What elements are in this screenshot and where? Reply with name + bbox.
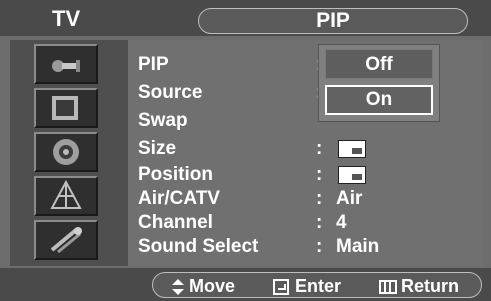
menu-label: Position [138, 164, 213, 185]
return-hint: Return [401, 276, 459, 296]
menu-label: Channel [138, 212, 213, 233]
menu-colon: : [316, 236, 323, 257]
menu-row-sound-select[interactable]: Sound Select : Main [138, 236, 478, 258]
menu-value: Main [336, 236, 380, 257]
menu-colon: : [316, 138, 323, 159]
picture-icon [52, 96, 78, 120]
move-hint: Move [189, 276, 236, 296]
menu-row-size[interactable]: Size : [138, 138, 478, 160]
antenna-icon [50, 179, 82, 209]
tools-icon [50, 227, 82, 254]
menu-label: Source [138, 82, 203, 103]
pip-dropdown: Off On [318, 44, 440, 122]
menu-label: PIP [138, 54, 169, 75]
section-label: TV [52, 6, 81, 31]
plug-icon [52, 60, 80, 72]
sidebar-item-channel[interactable] [34, 176, 98, 216]
menu-label: Air/CATV [138, 188, 220, 209]
menu-label: Size [138, 138, 177, 159]
pip-size-icon [338, 140, 366, 158]
dropdown-option-on[interactable]: On [325, 85, 433, 115]
menu-label: Sound Select [138, 236, 259, 257]
menu-row-air-catv[interactable]: Air/CATV : Air [138, 188, 478, 210]
move-arrows-icon [172, 279, 184, 295]
menu-row-channel[interactable]: Channel : 4 [138, 212, 478, 234]
menu-value: 4 [336, 212, 347, 233]
speaker-icon [53, 139, 79, 165]
menu-colon: : [316, 164, 323, 185]
tv-osd-screen: TV PIP PIP Source Swap Size: Position:… [0, 0, 491, 301]
dropdown-option-off[interactable]: Off [325, 49, 433, 79]
page-title: PIP [198, 8, 468, 34]
header-bar: TV PIP [0, 0, 491, 36]
sidebar-item-setup[interactable] [34, 220, 98, 260]
menu-colon: : [316, 212, 323, 233]
enter-hint: Enter [295, 276, 342, 296]
return-icon [379, 280, 397, 294]
sidebar-item-input[interactable] [34, 44, 98, 84]
footer-hints: Move Enter Return [152, 272, 482, 298]
menu-value: Air [336, 188, 363, 209]
sidebar-item-picture[interactable] [34, 88, 98, 128]
enter-icon [273, 279, 289, 295]
menu-colon: : [316, 188, 323, 209]
sidebar-item-sound[interactable] [34, 132, 98, 172]
sidebar [10, 40, 128, 266]
menu-label: Swap [138, 110, 188, 131]
pip-position-icon [338, 166, 366, 184]
menu-row-position[interactable]: Position : [138, 164, 478, 186]
footer-bar: Move Enter Return [0, 268, 491, 301]
